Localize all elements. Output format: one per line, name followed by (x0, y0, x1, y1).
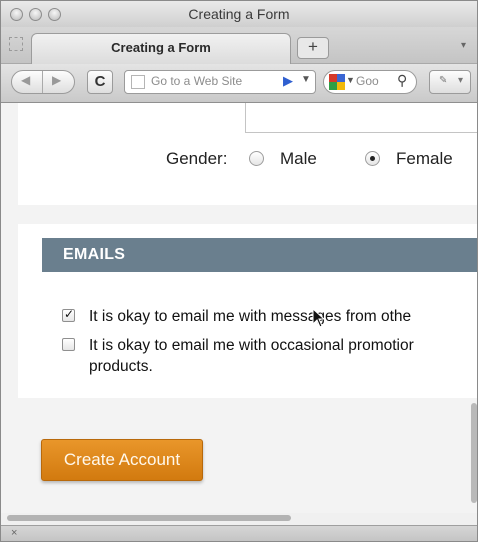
create-account-label: Create Account (63, 450, 181, 469)
tab-creating-a-form[interactable]: Creating a Form (31, 33, 291, 64)
horizontal-scrollbar[interactable] (7, 515, 291, 521)
tools-menu-button[interactable]: ✎ ▾ (429, 70, 471, 94)
radio-male-label: Male (280, 149, 317, 168)
navigation-toolbar: ◀ ▶ C Go to a Web Site ▶ ▼ ▼ Goo ⚲ ✎ ▾ (1, 64, 477, 103)
emails-section-header: EMAILS (42, 238, 477, 272)
checkbox-email-promotions-label: It is okay to email me with occasional p… (89, 337, 414, 354)
back-forward-control: ◀ ▶ (11, 70, 75, 94)
search-engine-dropdown-icon[interactable]: ▼ (346, 75, 355, 85)
tab-bar: Creating a Form + ▾ (1, 27, 477, 64)
vertical-scrollbar[interactable] (471, 403, 477, 503)
forward-arrow-icon[interactable]: ▶ (52, 73, 61, 87)
radio-male[interactable] (249, 151, 264, 166)
checkbox-email-messages-label: It is okay to email me with messages fro… (89, 308, 412, 325)
search-placeholder: Goo (356, 74, 379, 88)
address-placeholder: Go to a Web Site (151, 74, 243, 88)
close-icon[interactable]: × (11, 527, 17, 539)
status-bar: × (1, 525, 477, 541)
search-field[interactable]: ▼ Goo ⚲ (323, 70, 417, 94)
checkbox-email-promotions[interactable] (62, 338, 75, 351)
radio-female-label: Female (396, 149, 453, 168)
checkbox-email-messages[interactable]: ✓ (62, 307, 75, 322)
tab-label: Creating a Form (111, 40, 211, 55)
create-account-button[interactable]: Create Account (41, 439, 203, 481)
search-icon[interactable]: ⚲ (397, 72, 407, 89)
chevron-down-icon: ▾ (458, 75, 464, 86)
new-tab-button[interactable]: + (297, 37, 329, 59)
textarea-field[interactable] (245, 103, 477, 133)
checkbox-email-promotions-label-line2: products. (89, 358, 153, 375)
browser-window: Creating a Form Creating a Form + ▾ ◀ ▶ … (0, 0, 478, 542)
tab-placeholder-icon (9, 37, 23, 51)
address-bar[interactable]: Go to a Web Site ▶ ▼ (124, 70, 316, 94)
back-arrow-icon[interactable]: ◀ (21, 73, 30, 87)
mouse-cursor-icon (312, 308, 326, 328)
reload-icon[interactable]: C (87, 70, 113, 94)
window-title: Creating a Form (188, 6, 290, 22)
google-logo-icon (329, 74, 345, 90)
checkmark-icon: ✓ (64, 307, 75, 321)
favicon-icon (131, 75, 145, 89)
page-content: Gender: Male Female EMAILS ✓ It is okay … (1, 103, 477, 513)
radio-female[interactable] (365, 151, 380, 166)
history-dropdown-icon[interactable]: ▼ (301, 74, 311, 85)
wrench-icon: ✎ (439, 75, 448, 86)
tab-overflow-icon[interactable]: ▾ (461, 40, 466, 51)
emails-heading: EMAILS (63, 246, 126, 263)
go-arrow-icon[interactable]: ▶ (283, 73, 293, 89)
title-bar: Creating a Form (1, 1, 477, 27)
gender-label: Gender: (166, 149, 228, 168)
